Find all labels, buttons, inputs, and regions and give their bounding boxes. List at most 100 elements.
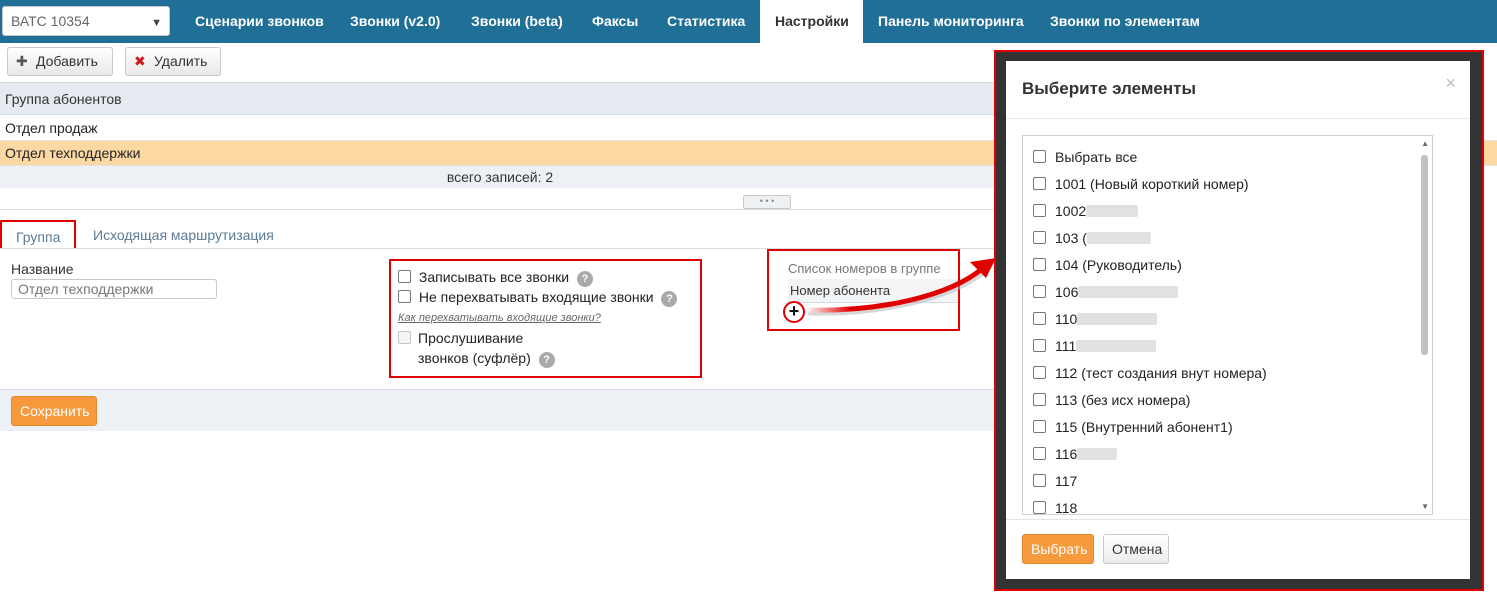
checkbox[interactable] [1033,420,1046,433]
modal-footer-divider [1006,519,1470,520]
nav-calls-by-elements[interactable]: Звонки по элементам [1035,0,1215,43]
add-button[interactable]: ✚ Добавить [7,47,113,76]
save-button[interactable]: Сохранить [11,396,97,426]
list-item-label: 118 [1055,500,1078,515]
grid-records-count: всего записей: 2 [0,166,1000,188]
list-item[interactable]: 113 (без исх номера) [1033,392,1190,408]
cancel-button[interactable]: Отмена [1103,534,1169,564]
select-button[interactable]: Выбрать [1022,534,1094,564]
checkbox[interactable] [1033,231,1046,244]
nav-call-scenarios[interactable]: Сценарии звонков [180,0,339,43]
record-all-checkbox[interactable] [398,270,411,283]
delete-x-icon: ✖ [134,53,146,69]
list-item[interactable]: 116 [1033,446,1118,462]
list-item[interactable]: 115 (Внутренний абонент1) [1033,419,1233,435]
list-item-label: 103 ( [1055,230,1087,246]
top-nav-bar: ВАТС 10354 ▼ Сценарии звонков Звонки (v2… [0,0,1497,43]
save-bar [0,389,1000,431]
scrollbar-thumb[interactable] [1421,155,1428,355]
list-item[interactable]: 112 (тест создания внут номера) [1033,365,1267,381]
delete-button[interactable]: ✖ Удалить [125,47,221,76]
blurred-text [1086,205,1139,217]
checkbox[interactable] [1033,285,1046,298]
vats-select[interactable]: ВАТС 10354 ▼ [2,6,170,36]
list-item[interactable]: 1001 (Новый короткий номер) [1033,176,1249,192]
checkbox[interactable] [1033,150,1046,163]
listen-label-line1: Прослушивание [418,330,524,346]
splitter-handle[interactable]: • • • [743,195,791,209]
modal-title: Выберите элементы [1022,79,1197,98]
help-icon[interactable]: ? [538,352,555,368]
no-intercept-option[interactable]: Не перехватывать входящие звонки ? [398,289,678,307]
blurred-text [1078,286,1179,298]
list-item-label: 111 [1055,338,1077,354]
list-item-label: 117 [1055,473,1078,489]
nav-monitoring-panel[interactable]: Панель мониторинга [863,0,1039,43]
close-icon[interactable]: × [1445,73,1456,94]
nav-calls-v2[interactable]: Звонки (v2.0) [335,0,455,43]
nav-calls-beta[interactable]: Звонки (beta) [456,0,578,43]
checkbox[interactable] [1033,258,1046,271]
blurred-text [1086,232,1151,244]
checkbox[interactable] [1033,501,1046,514]
select-elements-modal: Выберите элементы × Выбрать все 1001 (Но… [1006,61,1470,579]
list-item[interactable]: 104 (Руководитель) [1033,257,1182,273]
intercept-hint-link[interactable]: Как перехватывать входящие звонки? [398,312,601,324]
scroll-down-arrow-icon[interactable]: ▼ [1421,502,1429,511]
blurred-text [1077,448,1118,460]
list-item-label: 112 (тест создания внут номера) [1055,365,1267,381]
pane-splitter [0,188,1000,210]
grid-header-group[interactable]: Группа абонентов [0,82,1000,115]
list-item-label: 1002 [1055,203,1087,219]
add-button-label: Добавить [36,53,98,69]
name-input[interactable]: Отдел техподдержки [11,279,217,299]
delete-button-label: Удалить [154,53,208,69]
plus-icon: ✚ [16,53,28,69]
record-all-option[interactable]: Записывать все звонки ? [398,269,593,287]
checkbox[interactable] [1033,474,1046,487]
checkbox[interactable] [1033,447,1046,460]
record-all-label: Записывать все звонки [418,269,570,285]
help-icon[interactable]: ? [576,271,593,287]
checkbox[interactable] [1033,393,1046,406]
checkbox[interactable] [1033,312,1046,325]
list-item[interactable]: 118 [1033,500,1078,515]
scroll-up-arrow-icon[interactable]: ▲ [1421,139,1429,148]
vats-select-value: ВАТС 10354 [11,13,90,29]
checkbox[interactable] [1033,177,1046,190]
checkbox[interactable] [1033,204,1046,217]
tab-group[interactable]: Группа [0,220,76,250]
list-item-label: 116 [1055,446,1078,462]
list-item-label: 115 (Внутренний абонент1) [1055,419,1233,435]
no-intercept-label: Не перехватывать входящие звонки [418,289,654,305]
listen-label-text: звонков (суфлёр) [418,350,531,366]
blurred-text [1076,340,1157,352]
list-item[interactable]: 111 [1033,338,1157,354]
no-intercept-checkbox[interactable] [398,290,411,303]
listen-option[interactable] [398,330,411,346]
help-icon[interactable]: ? [661,291,678,307]
list-item[interactable]: 117 [1033,473,1077,489]
name-label: Название [11,261,74,277]
blurred-text [1077,313,1158,325]
list-item-label: 104 (Руководитель) [1055,257,1182,273]
list-item[interactable]: 106 [1033,284,1179,300]
checkbox[interactable] [1033,366,1046,379]
nav-faxes[interactable]: Факсы [577,0,653,43]
list-item-label: Выбрать все [1055,149,1138,165]
elements-listbox[interactable]: Выбрать все 1001 (Новый короткий номер) … [1022,135,1433,515]
nav-statistics[interactable]: Статистика [652,0,760,43]
checkbox[interactable] [1033,339,1046,352]
listen-label-line2: звонков (суфлёр) ? [418,350,555,368]
list-item-label: 110 [1055,311,1078,327]
list-item[interactable]: 110 [1033,311,1158,327]
listen-checkbox[interactable] [398,331,411,344]
list-item[interactable]: Выбрать все [1033,149,1137,165]
list-item-label: 106 [1055,284,1079,300]
tab-outgoing-routing[interactable]: Исходящая маршрутизация [79,220,288,250]
list-item[interactable]: 103 ( [1033,230,1151,246]
chevron-down-icon: ▼ [151,17,162,29]
list-item-label: 113 (без исх номера) [1055,392,1191,408]
nav-settings[interactable]: Настройки [760,0,863,43]
list-item[interactable]: 1002 [1033,203,1139,219]
